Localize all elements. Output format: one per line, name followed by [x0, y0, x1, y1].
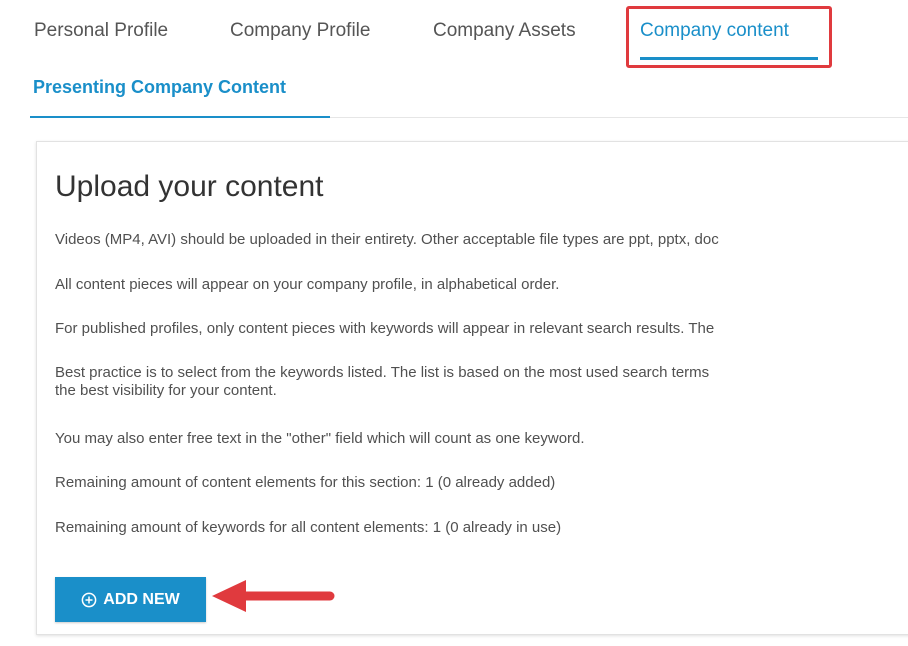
red-arrow-annotation	[212, 580, 335, 612]
top-tabs: Personal Profile Company Profile Company…	[0, 0, 908, 68]
add-new-label: ADD NEW	[103, 590, 180, 608]
tab-personal-profile[interactable]: Personal Profile	[34, 20, 168, 42]
info-text-best-practice: Best practice is to select from the keyw…	[55, 364, 710, 381]
add-new-button[interactable]: ADD NEW	[55, 577, 206, 622]
subtab-presenting-company-content[interactable]: Presenting Company Content	[33, 77, 286, 98]
info-text-best-practice-cont: the best visibility for your content.	[55, 382, 277, 399]
card-title: Upload your content	[55, 170, 324, 203]
info-text-file-types: Videos (MP4, AVI) should be uploaded in …	[55, 231, 719, 248]
info-text-search: For published profiles, only content pie…	[55, 320, 715, 337]
tab-company-assets[interactable]: Company Assets	[433, 20, 576, 42]
info-text-order: All content pieces will appear on your c…	[55, 276, 560, 293]
upload-content-card: Upload your content Videos (MP4, AVI) sh…	[36, 141, 908, 635]
tab-company-profile[interactable]: Company Profile	[230, 20, 370, 42]
plus-circle-icon	[81, 592, 97, 607]
highlight-annotation-box	[626, 6, 832, 68]
subtab-indicator	[30, 116, 330, 118]
subtab-divider	[330, 117, 908, 118]
remaining-content-elements: Remaining amount of content elements for…	[55, 474, 556, 491]
remaining-keywords: Remaining amount of keywords for all con…	[55, 519, 562, 536]
info-text-other-field: You may also enter free text in the "oth…	[55, 430, 585, 447]
